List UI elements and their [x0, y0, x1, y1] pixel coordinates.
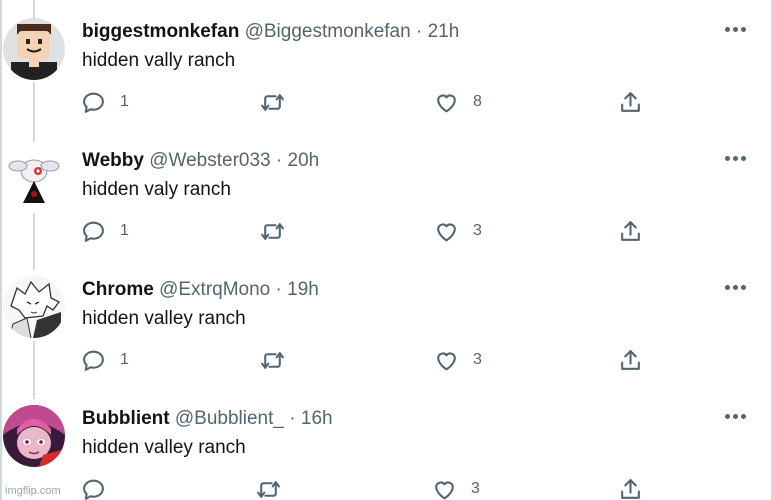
heart-icon: [437, 223, 456, 241]
action-bar: 1 8: [0, 88, 773, 118]
action-bar: 3: [0, 475, 773, 500]
like-count: 3: [471, 480, 480, 497]
avatar[interactable]: [3, 18, 65, 80]
share-button[interactable]: [618, 88, 643, 116]
reply-icon: [83, 221, 104, 242]
reply-button[interactable]: [81, 475, 120, 500]
like-button[interactable]: 3: [432, 475, 480, 500]
more-options-icon[interactable]: [725, 414, 747, 420]
retweet-button[interactable]: [260, 88, 285, 116]
like-button[interactable]: 3: [434, 217, 482, 245]
reply-button[interactable]: 1: [81, 88, 129, 116]
separator-dot: ·: [415, 21, 423, 42]
display-name[interactable]: Webby: [82, 150, 144, 171]
reply-count: 1: [120, 93, 129, 110]
tweet[interactable]: Chrome @ExtrqMono · 19h hidden valley ra…: [0, 258, 773, 387]
tweet-text: hidden vally ranch: [82, 50, 236, 71]
display-name[interactable]: Chrome: [82, 279, 154, 300]
watermark: imgflip.com: [5, 485, 61, 497]
tweet[interactable]: biggestmonkefan @Biggestmonkefan · 21h h…: [0, 0, 773, 129]
tweet[interactable]: Webby @Webster033 · 20h hidden valy ranc…: [0, 129, 773, 258]
tweet-text: hidden valy ranch: [82, 179, 231, 200]
display-name[interactable]: Bubblient: [82, 408, 170, 429]
share-button[interactable]: [618, 475, 643, 500]
user-handle[interactable]: @Bubblient_: [175, 408, 284, 429]
display-name[interactable]: biggestmonkefan: [82, 21, 239, 42]
retweet-icon: [261, 222, 284, 240]
reply-button[interactable]: 1: [81, 346, 129, 374]
more-options-icon[interactable]: [725, 285, 747, 291]
retweet-icon: [261, 93, 284, 111]
retweet-button[interactable]: [256, 475, 281, 500]
reply-count: 1: [120, 351, 129, 368]
tweet-header: Bubblient @Bubblient_ · 16h: [82, 407, 333, 431]
share-button[interactable]: [618, 217, 643, 245]
share-icon: [621, 478, 640, 499]
share-button[interactable]: [618, 346, 643, 374]
tweet-header: biggestmonkefan @Biggestmonkefan · 21h: [82, 20, 459, 44]
tweet-header: Webby @Webster033 · 20h: [82, 149, 319, 173]
reply-button[interactable]: 1: [81, 217, 129, 245]
user-handle[interactable]: @Biggestmonkefan: [245, 21, 411, 42]
tweet-header: Chrome @ExtrqMono · 19h: [82, 278, 319, 302]
separator-dot: ·: [275, 150, 283, 171]
heart-icon: [437, 352, 456, 370]
reply-count: 1: [120, 222, 129, 239]
retweet-icon: [261, 351, 284, 369]
anime-character-avatar-icon: [3, 405, 65, 467]
action-bar: 1 3: [0, 346, 773, 376]
cartoon-creature-avatar-icon: [3, 147, 65, 209]
share-icon: [621, 349, 640, 370]
retweet-button[interactable]: [260, 346, 285, 374]
timestamp[interactable]: 20h: [288, 150, 320, 171]
user-handle[interactable]: @Webster033: [149, 150, 270, 171]
like-button[interactable]: 8: [434, 88, 482, 116]
share-icon: [621, 220, 640, 241]
roblox-avatar-icon: [3, 18, 65, 80]
reply-icon: [83, 350, 104, 371]
tweet-text: hidden valley ranch: [82, 308, 246, 329]
separator-dot: ·: [289, 408, 296, 429]
share-icon: [621, 91, 640, 112]
avatar[interactable]: [3, 405, 65, 467]
timestamp[interactable]: 21h: [428, 21, 460, 42]
reply-icon: [83, 479, 104, 500]
separator-dot: ·: [275, 279, 282, 300]
timestamp[interactable]: 16h: [301, 408, 333, 429]
like-count: 3: [473, 351, 482, 368]
like-count: 3: [473, 222, 482, 239]
reply-icon: [83, 92, 104, 113]
like-count: 8: [473, 93, 482, 110]
more-options-icon[interactable]: [725, 27, 747, 33]
retweet-icon: [257, 480, 280, 498]
retweet-button[interactable]: [260, 217, 285, 245]
tweet-text: hidden valley ranch: [82, 437, 246, 458]
manga-drawing-avatar-icon: [3, 276, 65, 338]
user-handle[interactable]: @ExtrqMono: [159, 279, 270, 300]
heart-icon: [437, 94, 456, 112]
action-bar: 1 3: [0, 217, 773, 247]
avatar[interactable]: [3, 147, 65, 209]
timestamp[interactable]: 19h: [287, 279, 319, 300]
like-button[interactable]: 3: [434, 346, 482, 374]
avatar[interactable]: [3, 276, 65, 338]
more-options-icon[interactable]: [725, 156, 747, 162]
tweet[interactable]: Bubblient @Bubblient_ · 16h hidden valle…: [0, 387, 773, 500]
heart-icon: [435, 481, 454, 499]
